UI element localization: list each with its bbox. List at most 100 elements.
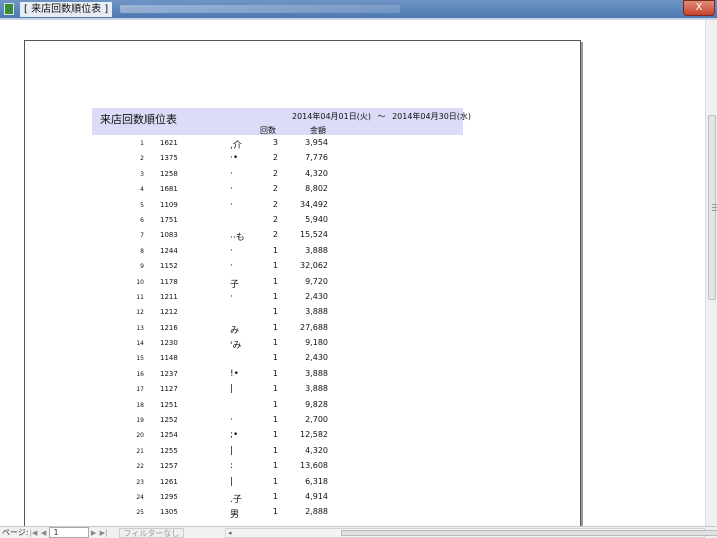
title-bar-blurred-area: [120, 5, 401, 13]
table-row: 2 1375 ·• 2 7,776: [92, 151, 463, 166]
date-from: 2014年04月01日(火): [292, 112, 371, 121]
report-rows: 1 1621 ,介 3 3,954 2 1375 ·• 2 7,776 3 1258 · 2 4,320 4 1…: [92, 136, 463, 521]
horizontal-scrollbar[interactable]: ◂: [225, 528, 717, 538]
table-row: 7 1083 ··も 2 15,524: [92, 228, 463, 243]
last-page-button[interactable]: ▶|: [99, 529, 109, 537]
table-row: 13 1216 み 1 27,688: [92, 321, 463, 336]
row-code: 1083: [160, 231, 178, 240]
row-rank: 10: [136, 278, 144, 286]
row-code: 1254: [160, 431, 178, 440]
row-count: 3: [272, 138, 278, 147]
row-code: 1255: [160, 446, 178, 455]
row-amount: 3,954: [305, 138, 328, 147]
row-code: 1305: [160, 508, 178, 517]
row-code: 1244: [160, 246, 178, 255]
row-amount: 9,720: [305, 276, 328, 286]
row-amount: 15,524: [300, 230, 328, 240]
row-name: ·: [230, 199, 233, 210]
page-number-input[interactable]: 1: [48, 527, 89, 538]
row-count: 1: [272, 322, 278, 332]
row-code: 1216: [160, 323, 178, 332]
row-rank: 20: [136, 432, 144, 440]
row-count: 1: [272, 399, 278, 409]
table-row: 9 1152 · 1 32,062: [92, 259, 463, 274]
row-code: 1375: [160, 154, 178, 163]
row-rank: 6: [140, 216, 144, 224]
row-rank: 7: [140, 232, 144, 240]
row-name: ·: [230, 261, 233, 272]
row-rank: 5: [140, 201, 144, 209]
row-amount: 3,888: [305, 368, 328, 378]
row-rank: 19: [136, 417, 144, 425]
row-amount: 2,430: [305, 353, 328, 363]
row-amount: 32,062: [300, 261, 328, 271]
row-count: 1: [272, 307, 278, 317]
row-code: 1751: [160, 215, 178, 224]
report-title: 来店回数順位表: [100, 113, 177, 126]
table-row: 15 1148 1 2,430: [92, 351, 463, 366]
row-count: 1: [272, 476, 278, 486]
row-amount: 9,828: [305, 399, 328, 409]
table-row: 14 1230 'み 1 9,180: [92, 336, 463, 351]
row-name: ·: [230, 291, 233, 302]
row-code: 1230: [160, 339, 178, 348]
row-code: 1212: [160, 308, 178, 317]
row-count: 2: [272, 230, 278, 240]
column-header-count: 回数: [260, 126, 276, 135]
row-count: 1: [272, 461, 278, 471]
row-code: 1237: [160, 369, 178, 378]
row-rank: 21: [136, 447, 144, 455]
table-row: 17 1127 | 1 3,888: [92, 382, 463, 397]
row-rank: 23: [136, 478, 144, 486]
table-row: 16 1237 !• 1 3,888: [92, 367, 463, 382]
row-code: 1258: [160, 169, 178, 178]
row-amount: 3,888: [305, 384, 328, 394]
row-rank: 13: [136, 324, 144, 332]
row-rank: 12: [136, 309, 144, 317]
row-code: 1251: [160, 400, 178, 409]
row-count: 1: [272, 276, 278, 286]
row-name: ·: [230, 415, 233, 426]
row-name: |: [230, 384, 234, 395]
row-code: 1152: [160, 262, 178, 271]
vertical-scroll-thumb[interactable]: [708, 115, 717, 300]
row-amount: 6,318: [305, 476, 328, 486]
table-row: 11 1211 · 1 2,430: [92, 290, 463, 305]
row-code: 1295: [160, 492, 178, 501]
table-row: 12 1212 1 3,888: [92, 305, 463, 320]
table-row: 21 1255 | 1 4,320: [92, 444, 463, 459]
row-code: 1178: [160, 277, 178, 286]
table-row: 20 1254 ;• 1 12,582: [92, 428, 463, 443]
row-amount: 7,776: [305, 153, 328, 163]
window-title: [ 来店回数順位表 ]: [20, 1, 113, 17]
row-count: 2: [272, 184, 278, 194]
table-row: 8 1244 · 1 3,888: [92, 244, 463, 259]
row-amount: 9,180: [305, 338, 328, 348]
row-code: 1261: [160, 477, 178, 486]
next-page-button[interactable]: ▶: [89, 529, 99, 537]
table-row: 22 1257: 1 13,608: [92, 459, 463, 474]
filter-indicator[interactable]: フィルターなし: [118, 527, 185, 538]
date-to: 2014年04月30日(水): [392, 112, 472, 121]
row-name: ·: [230, 245, 233, 256]
row-name: |: [230, 445, 234, 456]
horizontal-scroll-thumb[interactable]: [341, 530, 717, 536]
vertical-scrollbar[interactable]: [705, 20, 717, 526]
row-name: 'み: [230, 341, 242, 352]
report-header: 来店回数順位表 2014年04月01日(火) ～ 2014年04月30日(水) …: [92, 108, 471, 135]
scroll-left-icon[interactable]: ◂: [228, 529, 232, 537]
first-page-button[interactable]: |◀: [29, 529, 39, 537]
row-name: ;•: [230, 430, 239, 441]
table-row: 5 1109 · 2 34,492: [92, 198, 463, 213]
row-count: 1: [272, 245, 278, 255]
row-count: 1: [272, 338, 278, 348]
row-name: .子: [230, 494, 242, 505]
close-button[interactable]: X: [683, 0, 715, 16]
row-count: 2: [272, 214, 278, 224]
prev-page-button[interactable]: ◀: [39, 529, 49, 537]
date-tilde: ～: [377, 112, 386, 121]
row-name: 男: [230, 510, 240, 521]
row-code: 1257: [160, 462, 178, 471]
table-row: 24 1295 .子 1 4,914: [92, 490, 463, 505]
table-row: 25 1305 男 1 2,888: [92, 505, 463, 520]
